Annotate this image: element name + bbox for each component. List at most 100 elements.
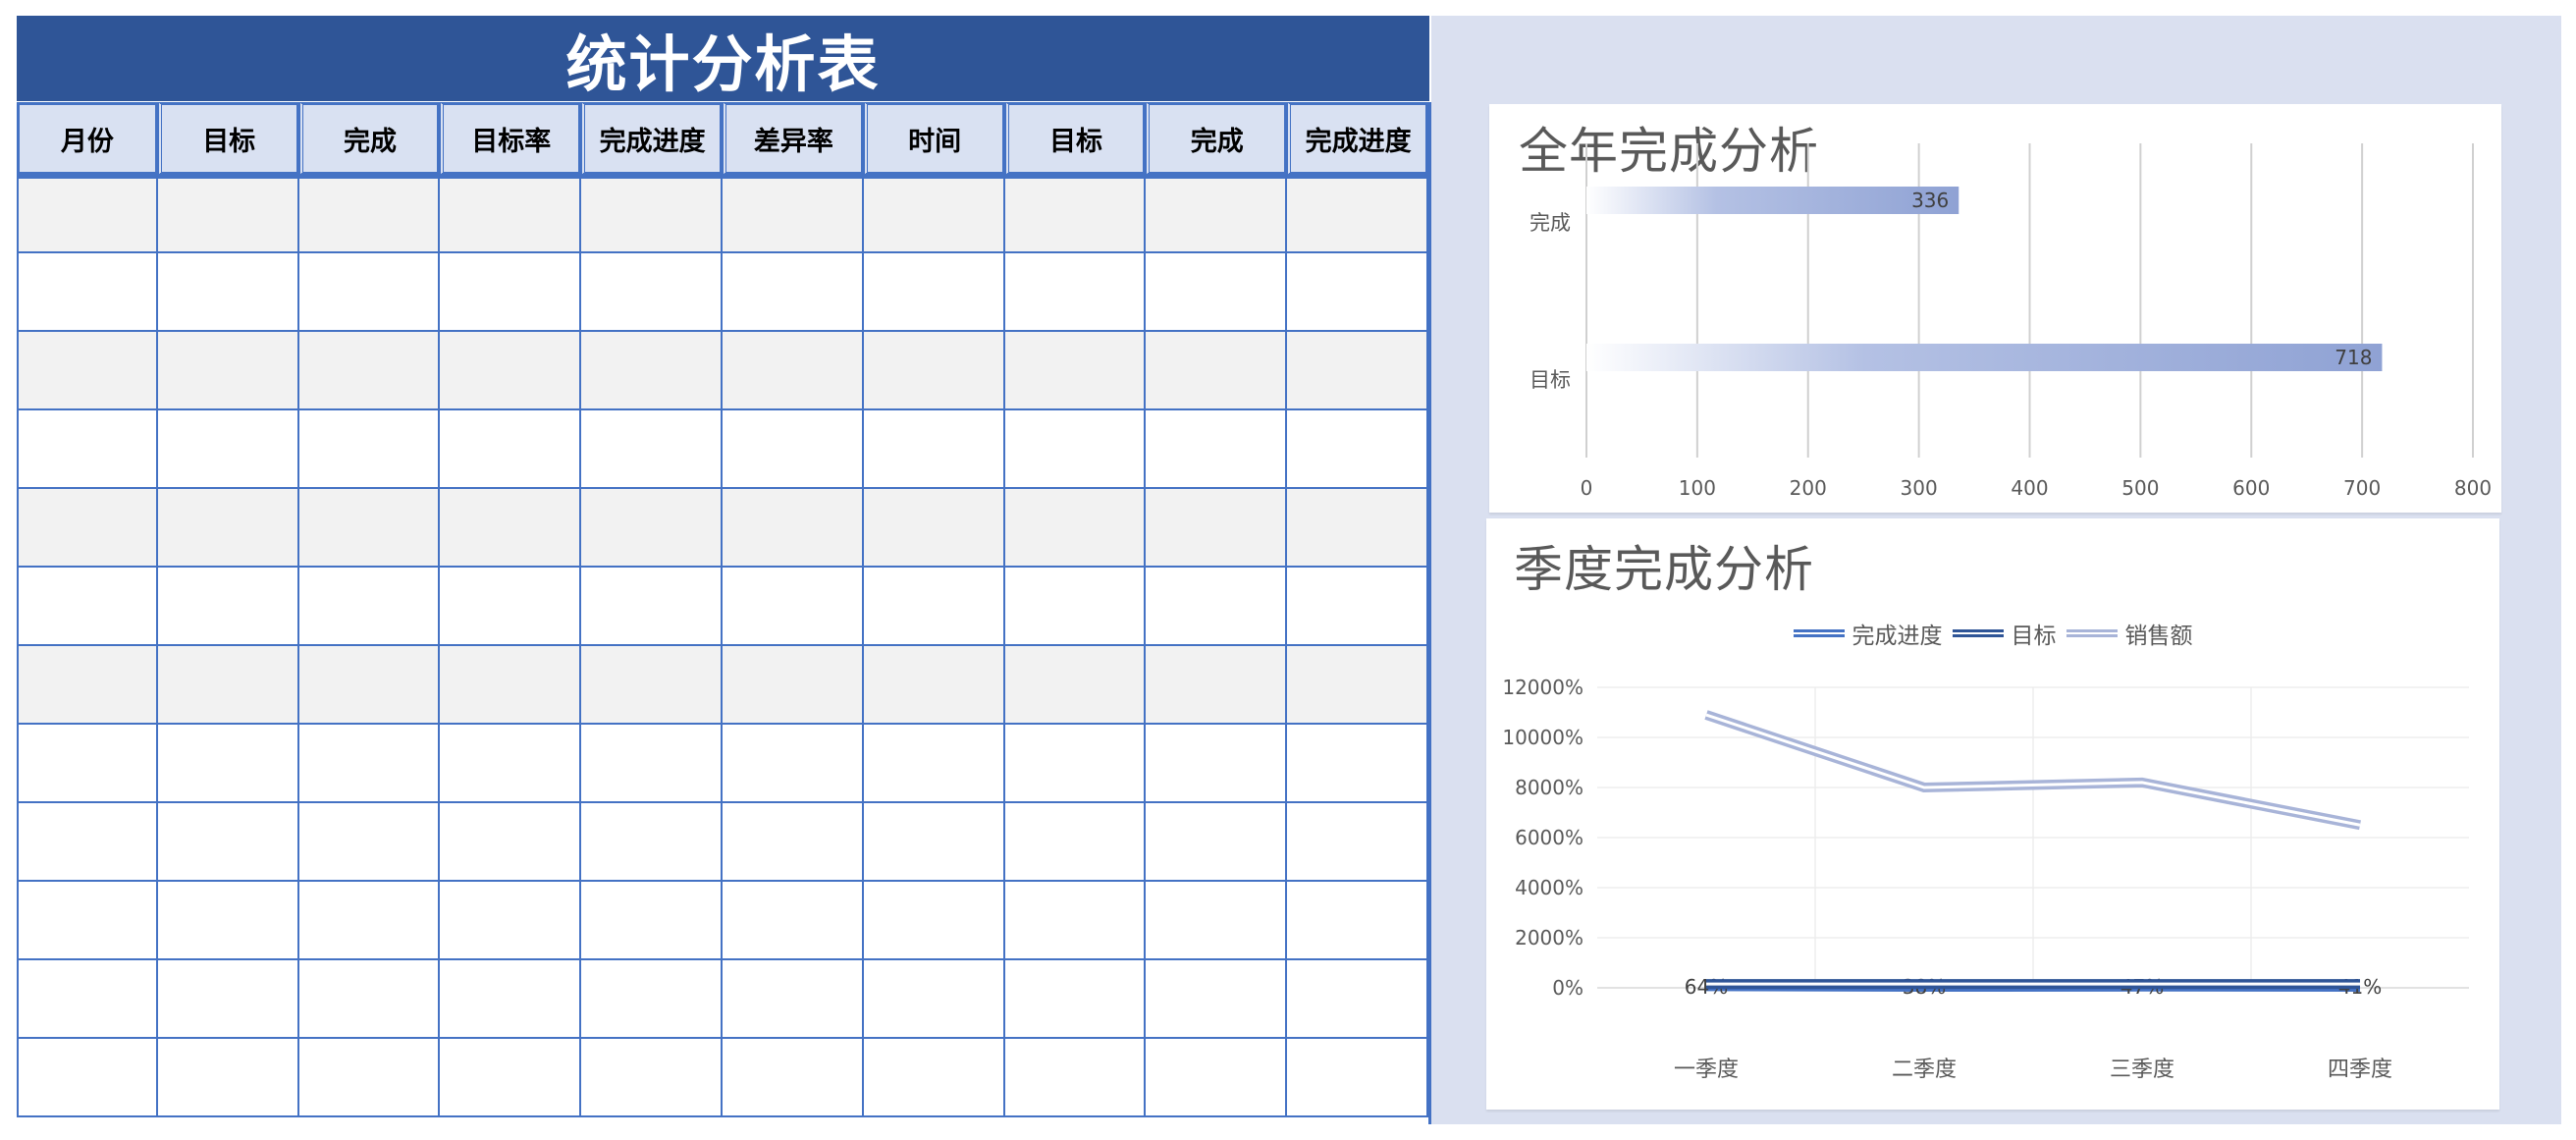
table-cell[interactable] xyxy=(722,725,864,803)
table-cell[interactable] xyxy=(1146,175,1288,253)
table-cell[interactable] xyxy=(722,960,864,1039)
table-cell[interactable] xyxy=(298,253,441,332)
table-cell[interactable] xyxy=(1004,882,1147,960)
table-cell[interactable] xyxy=(1004,489,1147,568)
table-cell[interactable] xyxy=(1004,568,1147,646)
table-cell[interactable] xyxy=(722,175,864,253)
table-cell[interactable] xyxy=(157,332,299,410)
column-header[interactable]: 时间 xyxy=(863,102,1005,175)
table-cell[interactable] xyxy=(1146,882,1288,960)
table-cell[interactable] xyxy=(581,1039,723,1117)
table-cell[interactable] xyxy=(17,175,158,253)
table-cell[interactable] xyxy=(581,725,723,803)
table-cell[interactable] xyxy=(581,332,723,410)
column-header[interactable]: 差异率 xyxy=(722,102,864,175)
table-cell[interactable] xyxy=(1146,410,1288,489)
table-cell[interactable] xyxy=(722,253,864,332)
table-cell[interactable] xyxy=(157,175,299,253)
table-cell[interactable] xyxy=(581,803,723,882)
table-cell[interactable] xyxy=(440,725,582,803)
table-cell[interactable] xyxy=(157,253,299,332)
bar[interactable] xyxy=(1586,344,2383,371)
table-cell[interactable] xyxy=(298,1039,441,1117)
table-cell[interactable] xyxy=(157,803,299,882)
table-cell[interactable] xyxy=(157,725,299,803)
column-header[interactable]: 完成进度 xyxy=(581,102,723,175)
column-header[interactable]: 目标率 xyxy=(440,102,582,175)
table-cell[interactable] xyxy=(863,725,1005,803)
table-cell[interactable] xyxy=(1004,725,1147,803)
table-cell[interactable] xyxy=(17,1039,158,1117)
table-cell[interactable] xyxy=(1287,332,1428,410)
table-cell[interactable] xyxy=(1004,803,1147,882)
table-cell[interactable] xyxy=(863,175,1005,253)
table-cell[interactable] xyxy=(440,489,582,568)
annual-chart-card[interactable]: 全年完成分析 0 100 200 300 400 500 600 700 800 336 完成 718… xyxy=(1489,104,2501,513)
table-cell[interactable] xyxy=(298,489,441,568)
table-cell[interactable] xyxy=(1146,646,1288,725)
table-cell[interactable] xyxy=(1146,725,1288,803)
table-cell[interactable] xyxy=(1287,253,1428,332)
table-cell[interactable] xyxy=(157,410,299,489)
table-cell[interactable] xyxy=(298,646,441,725)
table-cell[interactable] xyxy=(1004,960,1147,1039)
table-cell[interactable] xyxy=(157,568,299,646)
table-cell[interactable] xyxy=(298,410,441,489)
table-cell[interactable] xyxy=(581,175,723,253)
table-cell[interactable] xyxy=(581,568,723,646)
table-cell[interactable] xyxy=(863,253,1005,332)
table-cell[interactable] xyxy=(1287,1039,1428,1117)
table-cell[interactable] xyxy=(722,1039,864,1117)
table-cell[interactable] xyxy=(17,725,158,803)
table-cell[interactable] xyxy=(1004,253,1147,332)
table-cell[interactable] xyxy=(157,882,299,960)
table-cell[interactable] xyxy=(722,646,864,725)
table-cell[interactable] xyxy=(1004,332,1147,410)
table-cell[interactable] xyxy=(863,332,1005,410)
table-cell[interactable] xyxy=(17,332,158,410)
table-cell[interactable] xyxy=(722,332,864,410)
table-cell[interactable] xyxy=(440,410,582,489)
table-cell[interactable] xyxy=(17,960,158,1039)
table-cell[interactable] xyxy=(298,568,441,646)
table-cell[interactable] xyxy=(157,960,299,1039)
table-cell[interactable] xyxy=(581,489,723,568)
table-cell[interactable] xyxy=(440,1039,582,1117)
table-cell[interactable] xyxy=(1004,646,1147,725)
table-cell[interactable] xyxy=(440,882,582,960)
table-cell[interactable] xyxy=(722,882,864,960)
column-header[interactable]: 目标 xyxy=(157,102,299,175)
table-cell[interactable] xyxy=(1287,175,1428,253)
table-cell[interactable] xyxy=(722,410,864,489)
table-cell[interactable] xyxy=(863,960,1005,1039)
table-cell[interactable] xyxy=(157,646,299,725)
table-cell[interactable] xyxy=(440,253,582,332)
table-cell[interactable] xyxy=(581,646,723,725)
table-cell[interactable] xyxy=(17,253,158,332)
table-cell[interactable] xyxy=(440,646,582,725)
table-cell[interactable] xyxy=(863,489,1005,568)
table-cell[interactable] xyxy=(863,568,1005,646)
table-cell[interactable] xyxy=(1004,1039,1147,1117)
table-cell[interactable] xyxy=(17,568,158,646)
table-cell[interactable] xyxy=(17,410,158,489)
column-header[interactable]: 目标 xyxy=(1004,102,1147,175)
table-cell[interactable] xyxy=(722,568,864,646)
table-cell[interactable] xyxy=(1287,960,1428,1039)
table-cell[interactable] xyxy=(1287,725,1428,803)
table-cell[interactable] xyxy=(157,489,299,568)
table-cell[interactable] xyxy=(440,332,582,410)
table-cell[interactable] xyxy=(581,410,723,489)
table-cell[interactable] xyxy=(17,646,158,725)
table-cell[interactable] xyxy=(298,332,441,410)
table-cell[interactable] xyxy=(1146,803,1288,882)
table-cell[interactable] xyxy=(1146,332,1288,410)
table-cell[interactable] xyxy=(581,882,723,960)
table-cell[interactable] xyxy=(157,1039,299,1117)
table-cell[interactable] xyxy=(863,1039,1005,1117)
table-cell[interactable] xyxy=(1287,568,1428,646)
column-header[interactable]: 完成 xyxy=(298,102,441,175)
table-cell[interactable] xyxy=(863,410,1005,489)
quarterly-chart-card[interactable]: 季度完成分析 完成进度 目标 销售额 0% 2000% 4000% 6000% 8000… xyxy=(1486,518,2499,1110)
table-cell[interactable] xyxy=(722,803,864,882)
